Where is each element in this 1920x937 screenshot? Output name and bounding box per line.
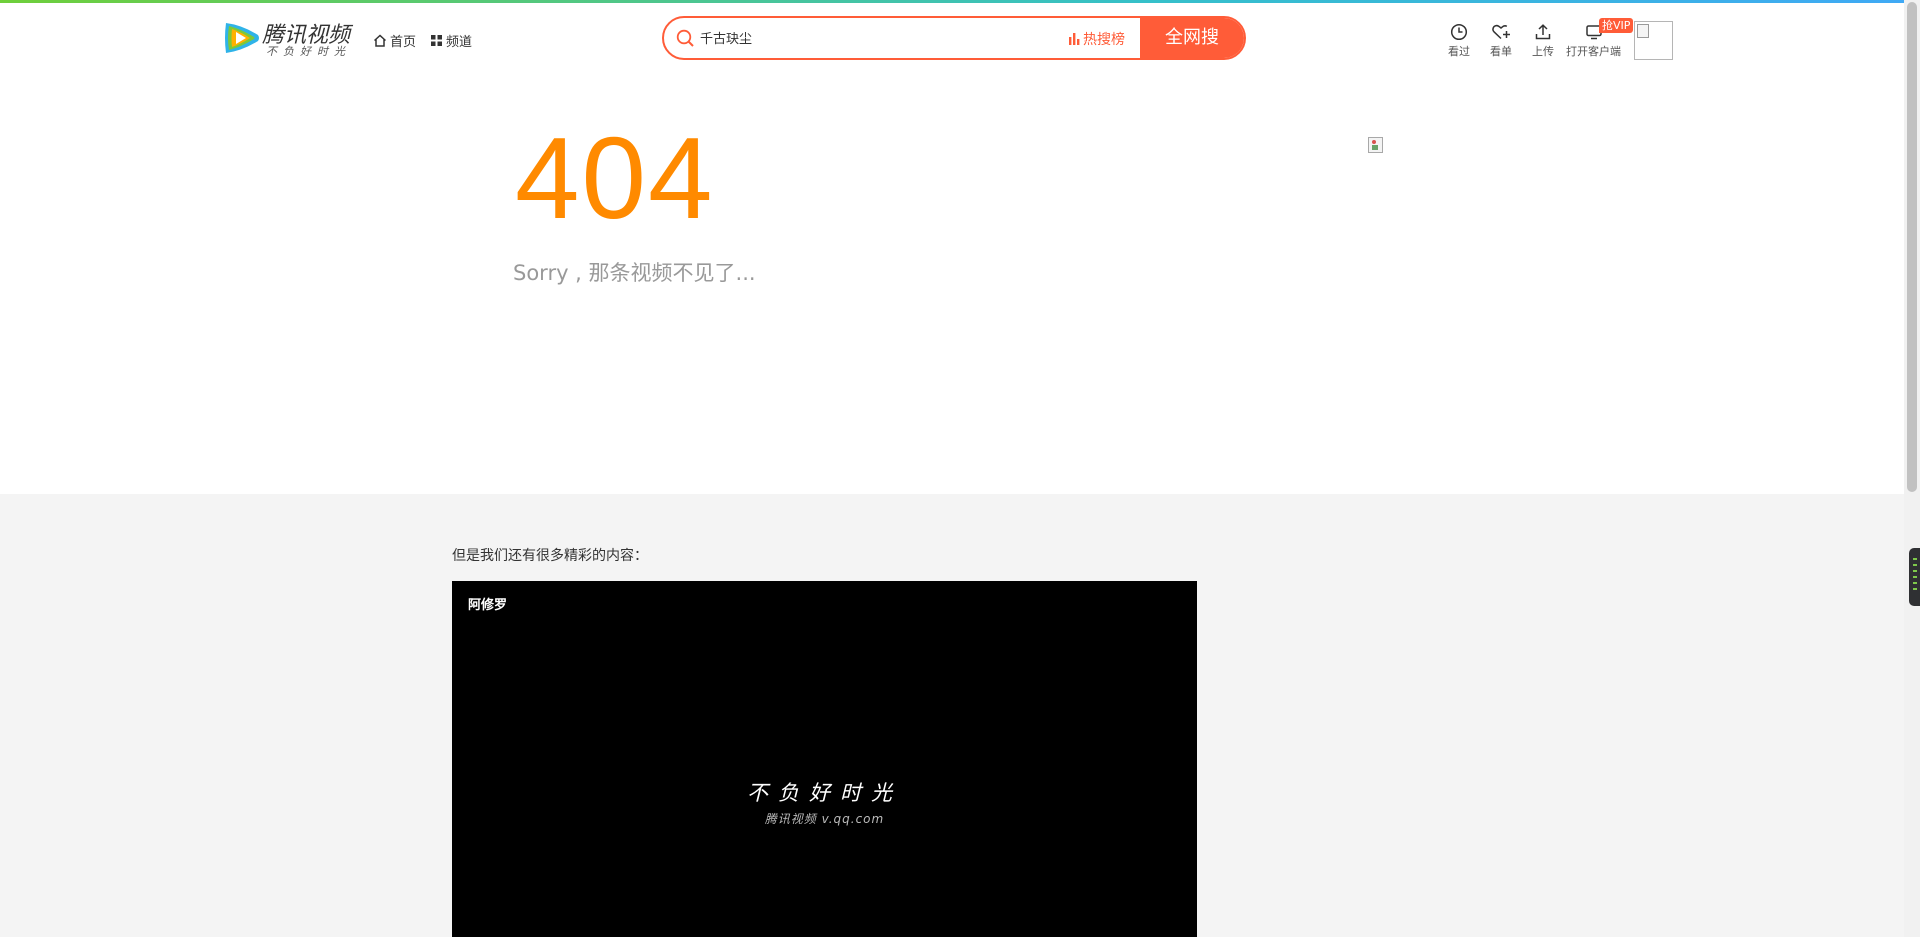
video-player[interactable]: 阿修罗 不负好时光 腾讯视频 v.qq.com <box>452 581 1197 937</box>
tencent-video-play-icon <box>225 23 259 53</box>
broken-image-icon <box>1368 137 1383 153</box>
favorites-button[interactable]: 看单 <box>1490 23 1512 59</box>
bar-chart-icon <box>1069 33 1080 45</box>
hot-search-label: 热搜榜 <box>1083 32 1125 48</box>
history-label: 看过 <box>1448 45 1470 58</box>
upload-button[interactable]: 上传 <box>1532 23 1554 59</box>
player-splash-subtitle: 腾讯视频 v.qq.com <box>764 812 885 826</box>
upload-label: 上传 <box>1532 45 1554 58</box>
nav-home-label: 首页 <box>390 34 417 50</box>
nav-home[interactable]: 首页 <box>373 30 416 50</box>
page-scrollbar[interactable] <box>1904 0 1920 937</box>
clock-icon <box>1450 23 1468 41</box>
recommend-label: 但是我们还有很多精彩的内容： <box>452 548 648 564</box>
scrollbar-thumb[interactable] <box>1907 2 1917 492</box>
nav-channel[interactable]: 频道 <box>430 30 472 50</box>
heart-plus-icon <box>1492 24 1510 40</box>
video-title: 阿修罗 <box>468 598 508 613</box>
logo-slogan: 不负好时光 <box>266 45 351 58</box>
nav-channel-label: 频道 <box>446 34 473 50</box>
hot-search-link[interactable]: 热搜榜 <box>1068 29 1125 49</box>
vip-badge[interactable]: 抢VIP <box>1599 18 1634 33</box>
home-icon <box>373 33 387 47</box>
site-logo[interactable]: 腾讯视频 不负好时光 <box>222 17 358 61</box>
search-icon <box>676 29 694 47</box>
player-splash-slogan: 不负好时光 <box>747 781 902 805</box>
open-client-label: 打开客户端 <box>1566 45 1621 58</box>
upload-icon <box>1535 24 1551 40</box>
user-avatar[interactable] <box>1634 21 1673 60</box>
search-input[interactable] <box>698 26 1022 52</box>
favorites-label: 看单 <box>1490 45 1512 58</box>
error-code: 404 <box>515 113 715 243</box>
grid-icon <box>431 34 442 46</box>
side-float-widget[interactable] <box>1909 548 1920 606</box>
error-message: Sorry , 那条视频不见了... <box>513 261 756 285</box>
site-header: 腾讯视频 不负好时光 首页 频道 热搜榜 全 <box>0 3 1904 75</box>
search-button[interactable]: 全网搜 <box>1140 18 1244 58</box>
history-button[interactable]: 看过 <box>1448 23 1470 59</box>
search-box: 热搜榜 全网搜 <box>662 16 1246 60</box>
